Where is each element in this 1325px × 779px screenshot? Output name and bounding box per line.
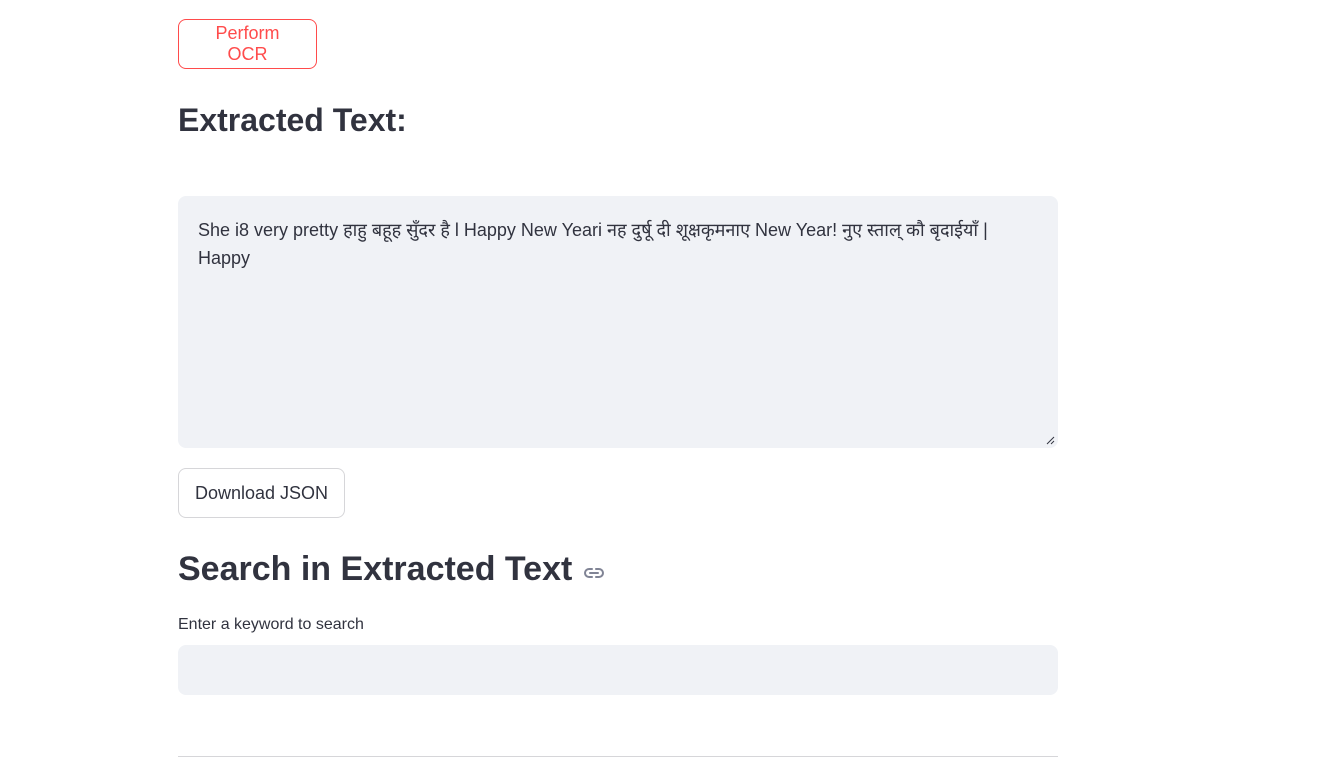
download-json-button[interactable]: Download JSON [178,468,345,518]
search-section-heading: Search in Extracted Text [178,546,606,592]
search-heading-text: Search in Extracted Text [178,550,573,588]
search-keyword-label: Enter a keyword to search [178,616,364,633]
extracted-text-heading: Extracted Text: [178,102,407,138]
resize-handle-icon[interactable] [1045,435,1055,445]
perform-ocr-button[interactable]: Perform OCR [178,19,317,69]
section-divider [178,756,1058,757]
search-input[interactable] [178,645,1058,695]
extracted-text-area[interactable]: She i8 very pretty हाहु बहूह सुँदर है l … [178,196,1058,448]
app-page: Perform OCR Extracted Text: She i8 very … [0,0,1325,779]
link-icon[interactable] [582,561,606,585]
extracted-text-content: She i8 very pretty हाहु बहूह सुँदर है l … [198,220,988,268]
